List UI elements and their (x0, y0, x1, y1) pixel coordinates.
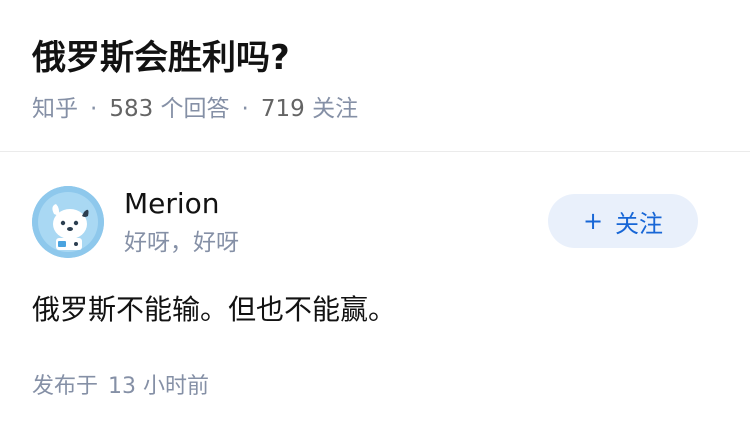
question-title[interactable]: 俄罗斯会胜利吗? (32, 34, 290, 82)
answer-page: 俄罗斯会胜利吗? 知乎 · 583 个回答 · 719 关注 Merion 好呀，好呀 … (0, 0, 750, 438)
dog-avatar-icon (32, 186, 104, 258)
follow-button-label: 关注 (615, 209, 664, 238)
answer-count: 583 (109, 96, 154, 122)
post-time[interactable]: 发布于 13 小时前 (32, 370, 209, 404)
question-meta: 知乎 · 583 个回答 · 719 关注 (32, 92, 358, 126)
posted-time: 13 小时前 (108, 374, 210, 399)
author-bio: 好呀，好呀 (124, 230, 239, 256)
author-name[interactable]: Merion (124, 184, 220, 224)
follower-count: 719 (260, 96, 305, 122)
source-label[interactable]: 知乎 (32, 96, 78, 122)
posted-label: 发布于 (32, 374, 99, 399)
section-divider (0, 151, 750, 152)
plus-icon: + (582, 207, 604, 235)
answer-content[interactable]: 俄罗斯不能输。但也不能赢。 (32, 288, 396, 332)
follower-count-label: 关注 (312, 96, 359, 122)
meta-separator-2: · (241, 96, 249, 122)
meta-separator: · (90, 96, 98, 122)
author-avatar[interactable] (32, 186, 104, 258)
follow-button[interactable]: + 关注 (548, 194, 698, 248)
answer-count-label[interactable]: 个回答 (161, 96, 230, 122)
